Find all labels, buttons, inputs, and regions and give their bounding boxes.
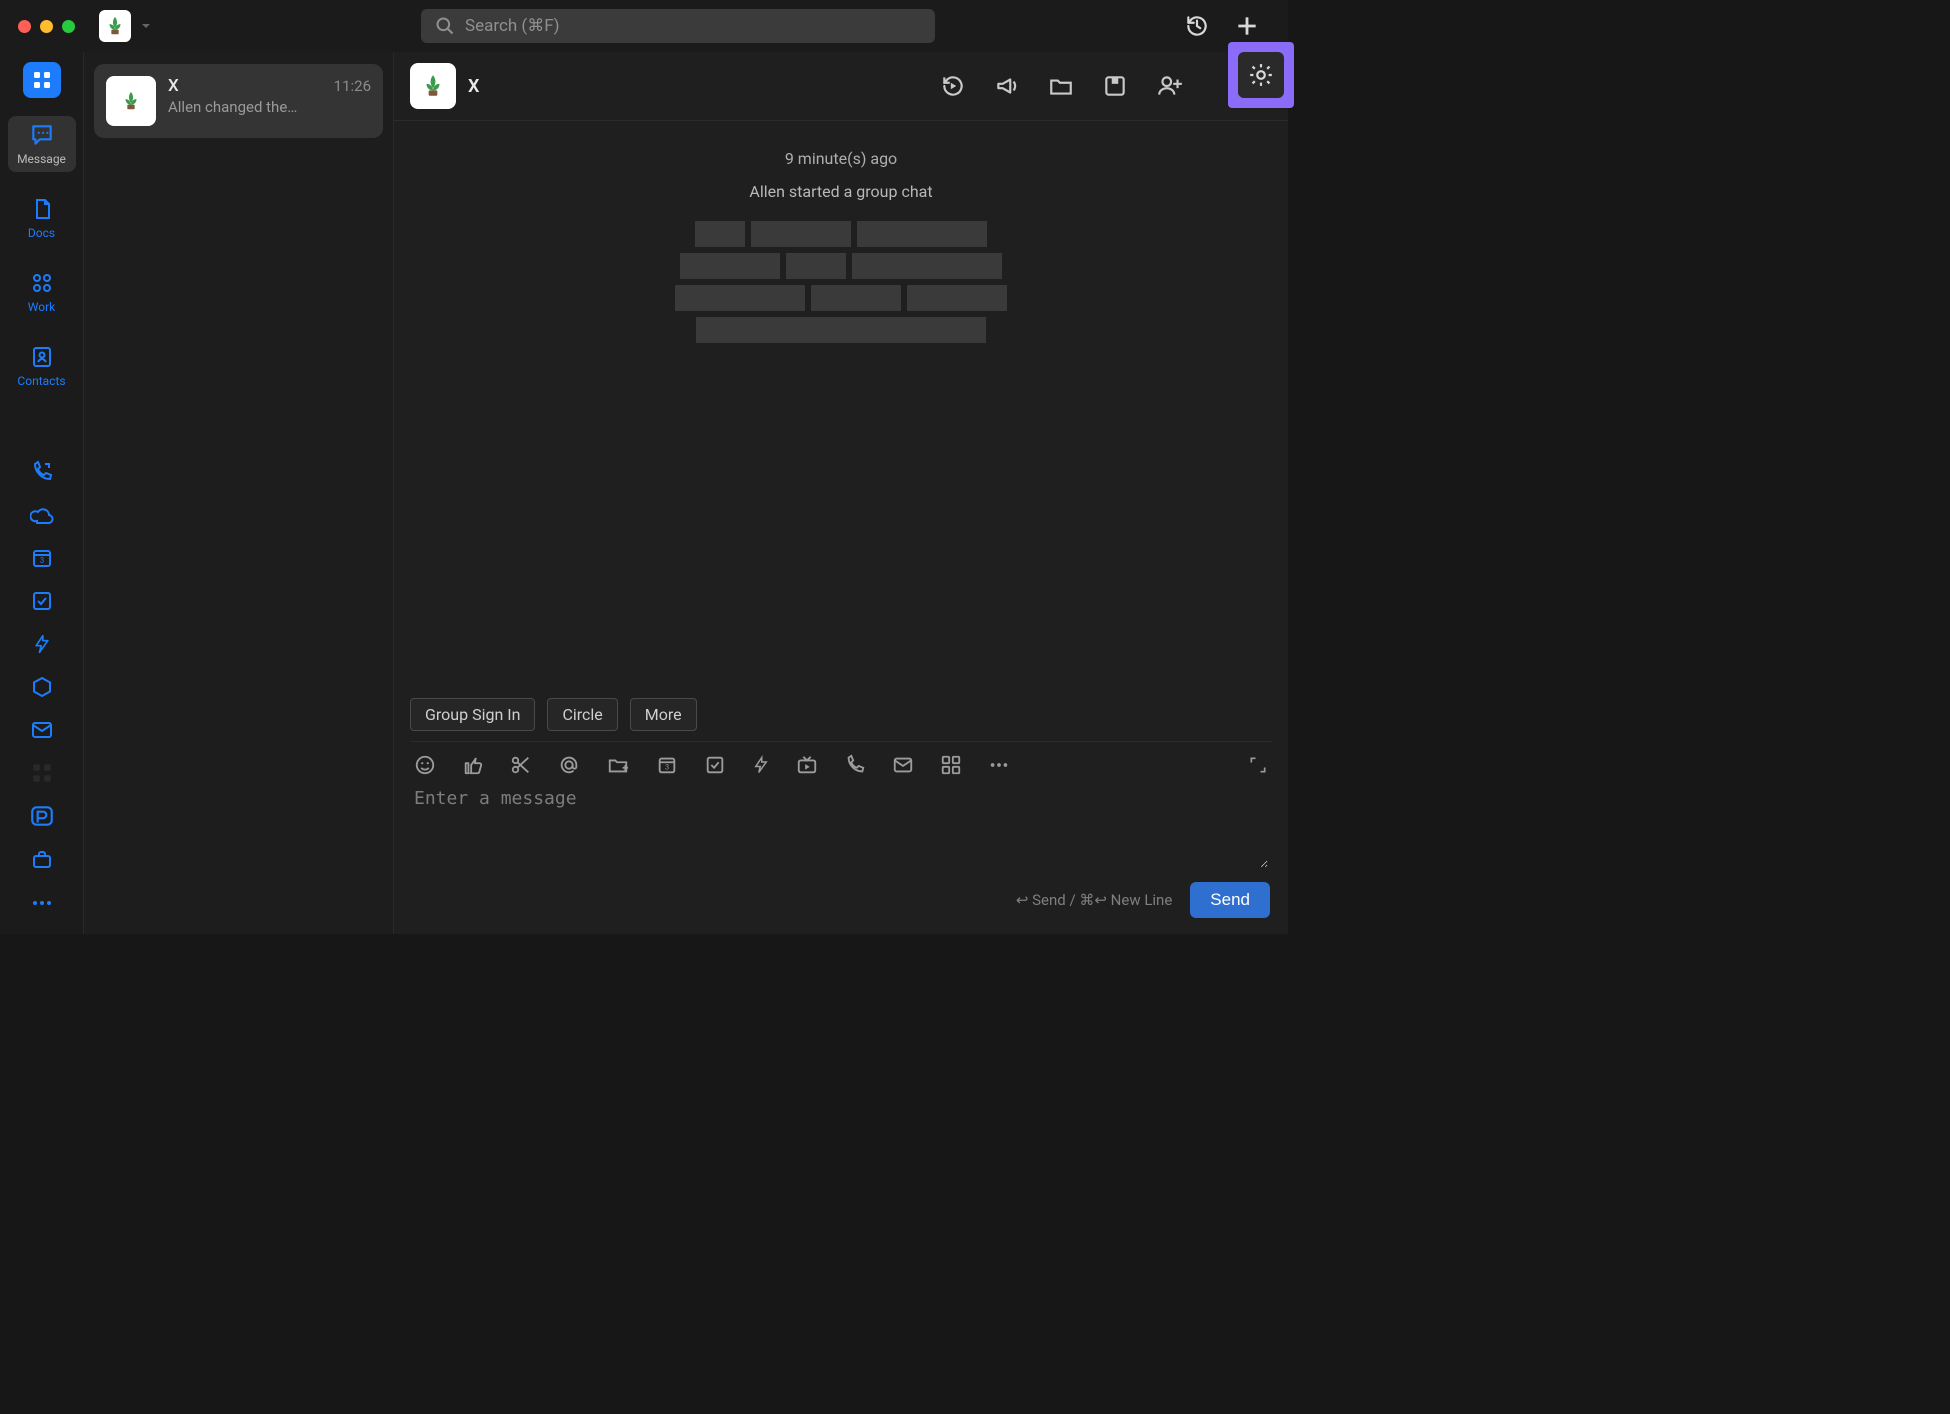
chat-title: X <box>468 76 479 97</box>
sidebar-item-label: Message <box>17 152 66 166</box>
folder-icon[interactable] <box>1048 73 1074 99</box>
sidebar-item-label: Work <box>28 300 55 314</box>
scissors-icon[interactable] <box>510 754 532 776</box>
calendar-small-icon[interactable]: 3 <box>656 754 678 776</box>
chip-more[interactable]: More <box>630 698 697 731</box>
calendar-icon[interactable]: 3 <box>29 545 55 570</box>
history-icon[interactable] <box>1184 13 1210 39</box>
plant-icon <box>420 73 446 99</box>
mail-icon[interactable] <box>29 717 55 742</box>
send-button-label: Send <box>1210 890 1250 909</box>
chip-label: Circle <box>562 705 602 724</box>
quick-action-chips: Group Sign In Circle More <box>394 688 1288 731</box>
megaphone-icon[interactable] <box>994 73 1020 99</box>
bolt-small-icon[interactable] <box>752 754 770 776</box>
docs-icon <box>29 196 55 222</box>
tv-icon[interactable] <box>796 754 818 776</box>
settings-highlight <box>1228 42 1294 108</box>
compose-toolbar: 3 <box>394 742 1288 780</box>
sidebar-item-label: Docs <box>28 226 55 240</box>
window-minimize[interactable] <box>40 20 53 33</box>
sidebar-item-message[interactable]: Message <box>8 116 76 172</box>
ding-icon[interactable] <box>29 803 55 829</box>
call-icon[interactable] <box>29 459 55 484</box>
compose-area <box>394 780 1288 872</box>
more-tools-icon[interactable] <box>988 761 1010 769</box>
mention-icon[interactable] <box>558 754 580 776</box>
sidebar-item-label: Contacts <box>17 374 65 388</box>
message-input[interactable] <box>414 788 1268 868</box>
window-close[interactable] <box>18 20 31 33</box>
dim-grid-icon[interactable] <box>29 760 55 785</box>
grid-icon <box>32 70 52 90</box>
phone-icon[interactable] <box>844 754 866 776</box>
plant-icon <box>104 15 126 37</box>
chat-body: 9 minute(s) ago Allen started a group ch… <box>394 120 1288 688</box>
search-icon <box>435 16 455 36</box>
pin-icon[interactable] <box>1102 73 1128 99</box>
add-user-icon[interactable] <box>1156 73 1184 99</box>
window-controls <box>18 20 75 33</box>
task-icon[interactable] <box>704 754 726 776</box>
svg-text:3: 3 <box>39 556 44 565</box>
hexagon-icon[interactable] <box>29 674 55 699</box>
app-dropdown-icon[interactable] <box>141 21 151 31</box>
conversation-item[interactable]: X 11:26 Allen changed the… <box>94 64 383 138</box>
svg-text:3: 3 <box>665 763 669 772</box>
conversation-time: 11:26 <box>334 77 371 95</box>
chat-header: X <box>394 52 1288 120</box>
bolt-icon[interactable] <box>29 631 55 656</box>
chat-timestamp: 9 minute(s) ago <box>785 149 897 168</box>
redacted-content <box>675 221 1007 343</box>
message-icon <box>29 122 55 148</box>
send-button[interactable]: Send <box>1190 882 1270 918</box>
mail-small-icon[interactable] <box>892 754 914 776</box>
conversation-preview: Allen changed the… <box>168 98 371 116</box>
checkbox-icon[interactable] <box>29 588 55 613</box>
conversation-list: X 11:26 Allen changed the… <box>84 52 394 934</box>
conversation-name: X <box>168 76 179 96</box>
work-icon <box>29 270 55 296</box>
sidebar-item-docs[interactable]: Docs <box>8 190 76 246</box>
emoji-icon[interactable] <box>414 754 436 776</box>
settings-button[interactable] <box>1238 52 1284 98</box>
sidebar-item-contacts[interactable]: Contacts <box>8 338 76 394</box>
cloud-icon[interactable] <box>29 502 55 527</box>
folder-plus-icon[interactable] <box>606 754 630 776</box>
thumbsup-icon[interactable] <box>462 754 484 776</box>
app-avatar[interactable] <box>99 10 131 42</box>
titlebar: Search (⌘F) <box>0 0 1288 52</box>
window-maximize[interactable] <box>62 20 75 33</box>
apps-small-icon[interactable] <box>940 754 962 776</box>
briefcase-icon[interactable] <box>29 847 55 872</box>
more-icon[interactable] <box>29 890 55 916</box>
chip-circle[interactable]: Circle <box>547 698 617 731</box>
chip-group-signin[interactable]: Group Sign In <box>410 698 535 731</box>
chip-label: More <box>645 705 682 724</box>
apps-grid-button[interactable] <box>23 62 61 98</box>
chip-label: Group Sign In <box>425 705 520 724</box>
search-bar[interactable]: Search (⌘F) <box>421 9 935 43</box>
sidebar-item-work[interactable]: Work <box>8 264 76 320</box>
chat-avatar[interactable] <box>410 63 456 109</box>
expand-icon[interactable] <box>1248 755 1268 775</box>
gear-icon <box>1248 62 1274 88</box>
sidebar-rail: Message Docs Work Contacts <box>0 52 84 934</box>
chat-pane: X <box>394 52 1288 934</box>
compose-footer: ↩ Send / ⌘↩ New Line Send <box>394 872 1288 934</box>
plant-icon <box>120 90 142 112</box>
replay-icon[interactable] <box>940 73 966 99</box>
plus-icon[interactable] <box>1234 13 1260 39</box>
contacts-icon <box>29 344 55 370</box>
conversation-avatar <box>106 76 156 126</box>
send-hint: ↩ Send / ⌘↩ New Line <box>1016 891 1172 909</box>
chat-system-message: Allen started a group chat <box>749 182 932 201</box>
search-placeholder: Search (⌘F) <box>465 16 560 36</box>
